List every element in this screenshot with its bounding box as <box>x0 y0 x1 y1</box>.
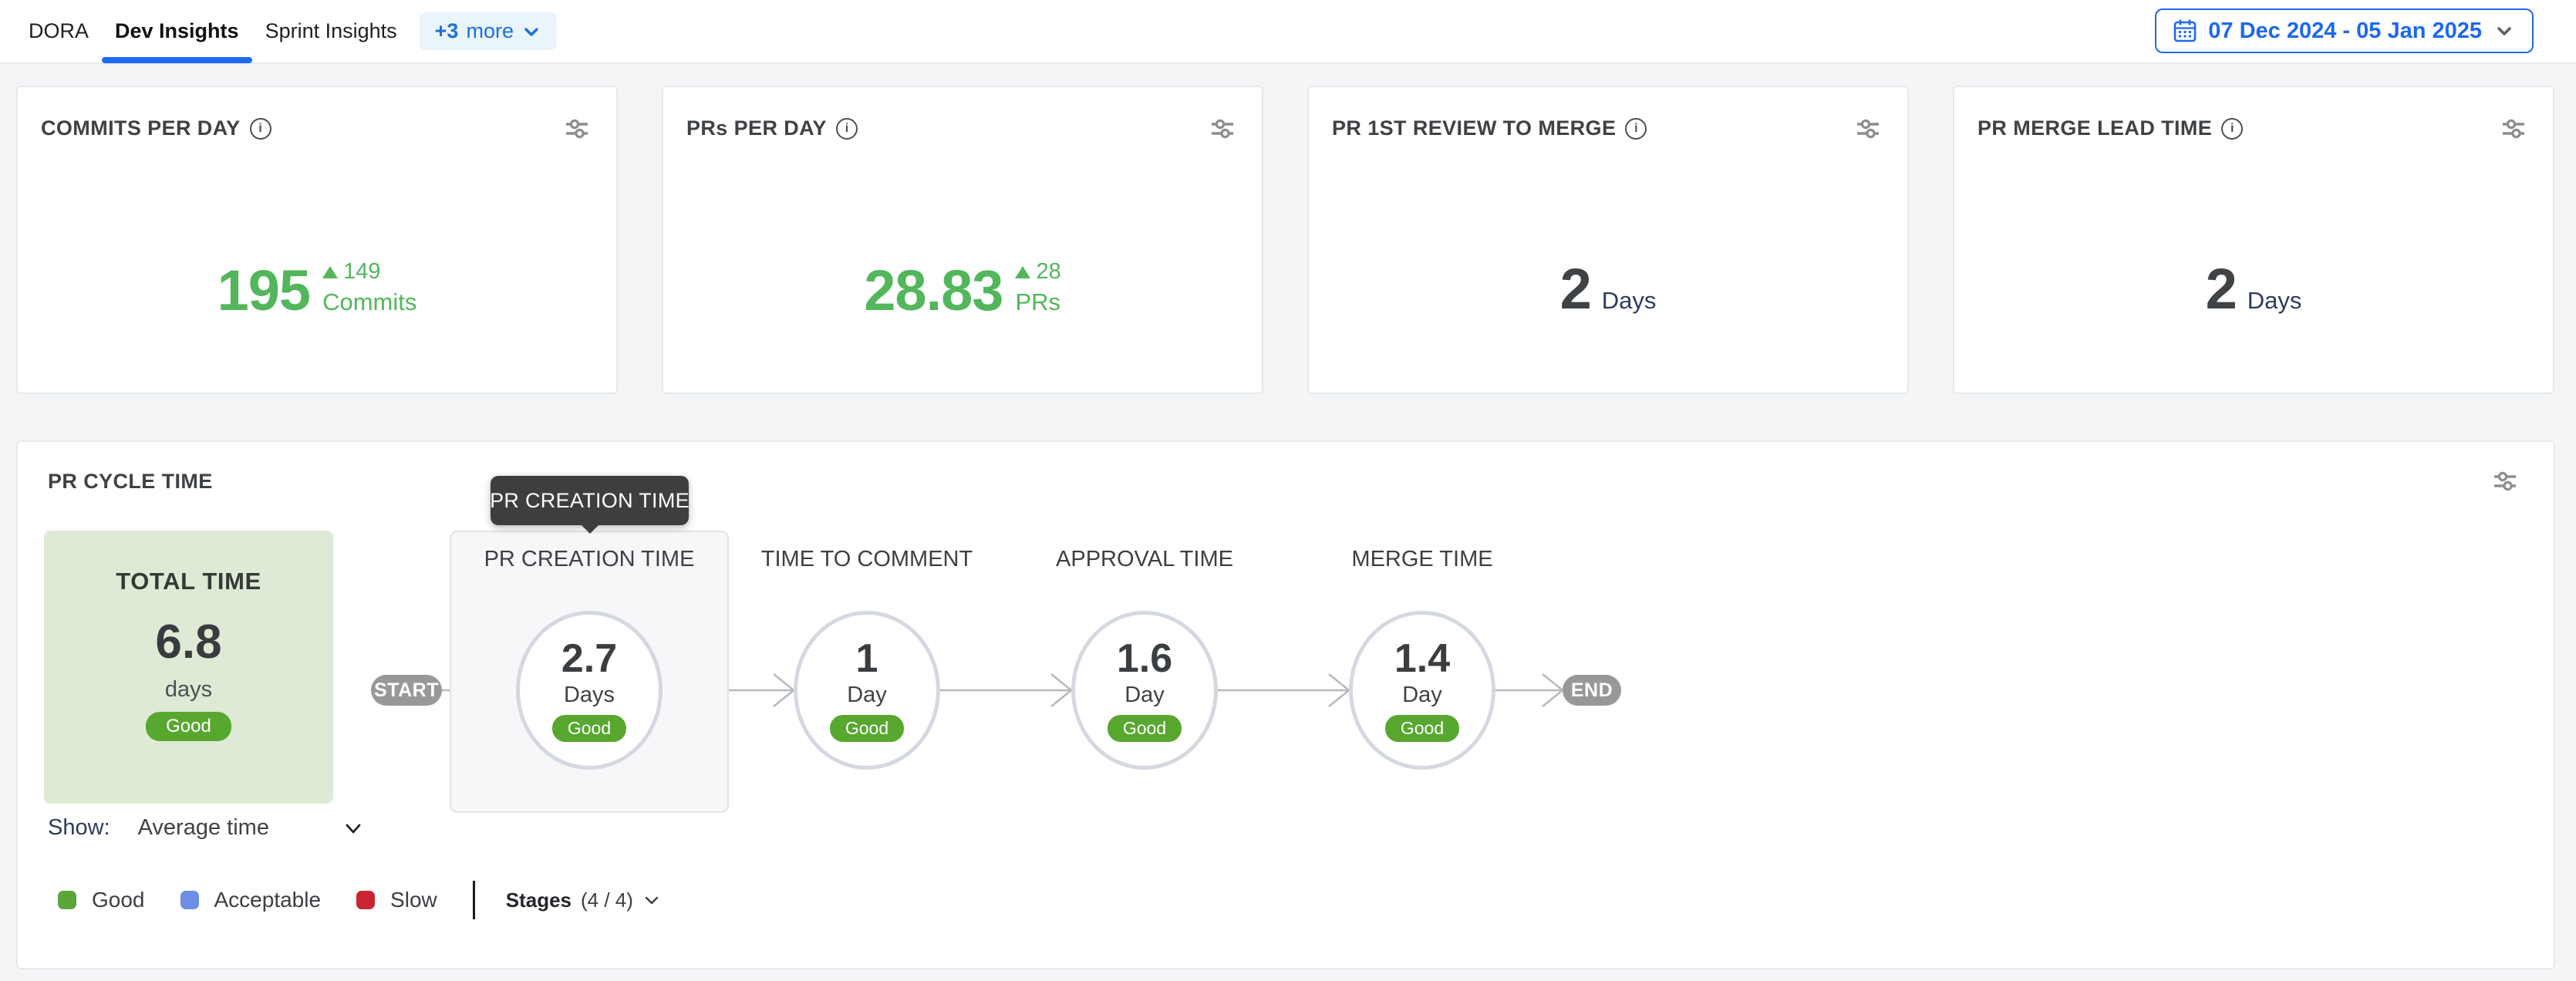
card-title: PR MERGE LEAD TIME <box>1978 116 2212 140</box>
date-range-label: 07 Dec 2024 - 05 Jan 2025 <box>2208 19 2482 44</box>
stage-tooltip-label: PR CREATION TIME <box>490 489 690 513</box>
flow-end-label: END <box>1571 679 1613 702</box>
total-time-unit: days <box>44 679 333 701</box>
legend-swatch-acceptable <box>180 891 199 909</box>
metric-unit: Days <box>1602 288 1657 312</box>
legend-label-slow: Slow <box>390 888 437 912</box>
triangle-up-icon <box>1015 266 1030 278</box>
stages-filter-label: Stages <box>506 888 572 912</box>
metric-value-group: 2 Days <box>1309 261 1907 318</box>
legend-swatch-slow <box>356 891 375 909</box>
tab-sprint-insights[interactable]: Sprint Insights <box>252 0 410 62</box>
metric-value-group: 2 Days <box>1954 261 2553 318</box>
stages-filter-count: (4 / 4) <box>581 888 633 912</box>
show-value-dropdown[interactable]: Average time <box>138 815 269 841</box>
tab-dora[interactable]: DORA <box>15 0 102 62</box>
flow-end-pill: END <box>1563 675 1621 706</box>
legend-label-acceptable: Acceptable <box>214 888 322 912</box>
info-icon[interactable]: i <box>250 118 271 140</box>
legend-divider <box>473 881 475 919</box>
metric-value-group: 28.83 28 PRs <box>663 261 1262 319</box>
metric-card-prs-per-day: PRs PER DAY i 28.83 28 PRs <box>662 86 1263 394</box>
sliders-icon[interactable] <box>1856 117 1880 140</box>
chevron-down-icon[interactable] <box>642 891 661 909</box>
info-icon[interactable]: i <box>836 118 858 140</box>
cycle-legend: Good Acceptable Slow Stages (4 / 4) <box>58 878 661 922</box>
metric-delta: 28 <box>1036 261 1060 283</box>
tab-dev-insights[interactable]: Dev Insights <box>102 0 252 62</box>
more-tabs-label: more <box>466 19 514 43</box>
status-badge: Good <box>552 715 626 742</box>
sliders-icon[interactable] <box>2493 470 2517 493</box>
metric-card-pr-merge-lead-time: PR MERGE LEAD TIME i 2 Days <box>1953 86 2554 394</box>
stage-title: APPROVAL TIME <box>1005 547 1284 572</box>
stage-title: TIME TO COMMENT <box>727 547 1006 572</box>
stage-value: 2.7 <box>561 639 617 679</box>
stage-unit: Day <box>847 684 887 706</box>
sliders-icon[interactable] <box>2502 117 2525 140</box>
status-badge: Good <box>1108 715 1182 742</box>
flow-start-pill: START <box>371 675 442 706</box>
stage-circle-merge-time[interactable]: 1.4 Day Good <box>1349 611 1495 770</box>
stage-title: MERGE TIME <box>1283 547 1562 572</box>
total-time-label: TOTAL TIME <box>44 568 333 595</box>
sliders-icon[interactable] <box>565 117 588 140</box>
show-label: Show: <box>48 815 110 841</box>
dashboard-tabs: DORA Dev Insights Sprint Insights +3 mor… <box>0 0 557 62</box>
stage-circle-pr-creation-time[interactable]: 2.7 Days Good <box>516 611 663 770</box>
stage-circle-approval-time[interactable]: 1.6 Day Good <box>1071 611 1218 770</box>
metric-value-group: 195 149 Commits <box>18 261 616 319</box>
metric-unit: Commits <box>322 288 416 315</box>
flow-start-label: START <box>374 679 439 702</box>
stage-unit: Day <box>1124 684 1165 706</box>
card-title: COMMITS PER DAY <box>41 116 241 140</box>
calendar-icon <box>2173 19 2197 43</box>
stage-tooltip: PR CREATION TIME <box>491 476 689 525</box>
tab-label: Sprint Insights <box>265 19 397 43</box>
active-tab-underline <box>102 57 252 63</box>
metric-value: 2 <box>1560 261 1591 318</box>
date-range-picker[interactable]: 07 Dec 2024 - 05 Jan 2025 <box>2155 8 2534 53</box>
show-row: Show: Average time <box>48 815 269 841</box>
stage-value: 1.6 <box>1117 639 1172 679</box>
metric-delta: 149 <box>343 261 380 283</box>
triangle-up-icon <box>322 266 338 278</box>
tab-label: DORA <box>29 19 89 43</box>
tab-label: Dev Insights <box>115 19 239 43</box>
more-tabs-count: +3 <box>435 19 459 43</box>
metric-unit: PRs <box>1015 288 1060 315</box>
stage-value: 1.4 <box>1394 639 1450 679</box>
stage-value: 1 <box>856 639 878 679</box>
pr-cycle-time-card: PR CYCLE TIME TOTAL TIME 6.8 days Good S… <box>16 440 2555 969</box>
stage-unit: Day <box>1402 684 1442 706</box>
sliders-icon[interactable] <box>1211 117 1234 140</box>
legend-swatch-good <box>58 891 76 909</box>
info-icon[interactable]: i <box>2221 118 2243 140</box>
metric-unit: Days <box>2247 288 2302 312</box>
status-badge: Good <box>830 715 904 742</box>
stage-title: PR CREATION TIME <box>450 547 729 572</box>
cycle-card-title: PR CYCLE TIME <box>48 470 213 494</box>
stage-circle-time-to-comment[interactable]: 1 Day Good <box>794 611 940 770</box>
metric-value: 28.83 <box>864 262 1003 319</box>
info-icon[interactable]: i <box>1625 118 1647 140</box>
metric-value: 2 <box>2206 261 2237 318</box>
total-time-box: TOTAL TIME 6.8 days Good <box>44 531 333 804</box>
chevron-down-icon <box>2493 20 2515 42</box>
total-time-value: 6.8 <box>44 619 333 666</box>
card-title: PRs PER DAY <box>686 116 827 140</box>
chevron-down-icon <box>521 22 541 42</box>
legend-label-good: Good <box>92 888 145 912</box>
chevron-down-icon[interactable] <box>342 818 364 839</box>
metric-card-pr-first-review-to-merge: PR 1ST REVIEW TO MERGE i 2 Days <box>1307 86 1909 394</box>
stage-unit: Days <box>564 684 615 706</box>
top-tab-bar: DORA Dev Insights Sprint Insights +3 mor… <box>0 0 2576 64</box>
more-tabs-chip[interactable]: +3 more <box>420 12 557 50</box>
status-badge: Good <box>146 712 231 741</box>
metric-value: 195 <box>217 262 310 319</box>
status-badge: Good <box>1385 715 1459 742</box>
card-title: PR 1ST REVIEW TO MERGE <box>1332 116 1616 140</box>
metric-card-commits-per-day: COMMITS PER DAY i 195 149 Commits <box>16 86 618 394</box>
